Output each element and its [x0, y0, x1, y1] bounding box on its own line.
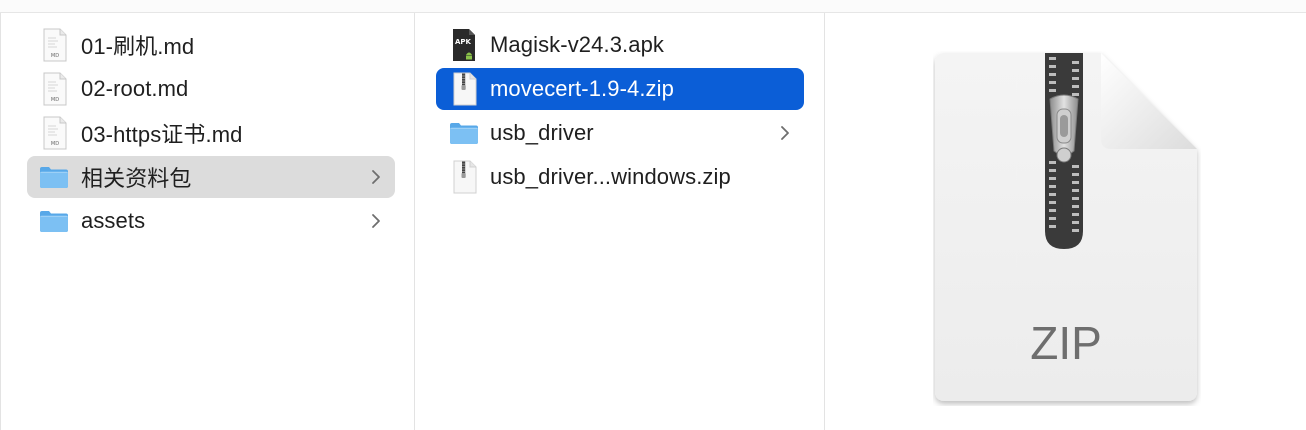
- svg-text:MD: MD: [51, 53, 59, 59]
- apk-badge: APK: [455, 38, 472, 46]
- chevron-right-icon: [372, 214, 380, 228]
- list-item-03-md[interactable]: MD 03-https证书.md: [29, 112, 395, 154]
- list-item-magisk-apk[interactable]: APK Magisk-v24.3.apk: [436, 24, 804, 66]
- zip-file-icon: [453, 160, 477, 194]
- list-item-label: usb_driver: [490, 120, 594, 145]
- list-item-label: 01-刷机.md: [81, 34, 195, 59]
- list-item-movecert-zip[interactable]: movecert-1.9-4.zip: [436, 68, 804, 110]
- list-item-label: Magisk-v24.3.apk: [490, 32, 665, 57]
- list-item-label: movecert-1.9-4.zip: [490, 76, 674, 101]
- list-item-label: 03-https证书.md: [81, 122, 243, 147]
- column-2: APK Magisk-v24.3.apk movecert-1.9-4.zip: [415, 13, 825, 430]
- list-item-usb-driver-windows-zip[interactable]: usb_driver...windows.zip: [436, 156, 804, 198]
- list-item-folder-resources[interactable]: 相关资料包: [27, 156, 395, 198]
- markdown-file-icon: MD: [43, 28, 67, 62]
- list-item-folder-assets[interactable]: assets: [29, 200, 395, 242]
- markdown-file-icon: MD: [43, 72, 67, 106]
- file-type-label: ZIP: [1030, 317, 1102, 369]
- toolbar-edge: [0, 0, 1306, 13]
- zip-file-icon: [453, 72, 477, 106]
- preview-pane: ZIP: [825, 13, 1306, 430]
- list-item-label: 相关资料包: [81, 166, 192, 191]
- chevron-right-icon: [781, 126, 789, 140]
- folder-icon: [40, 167, 68, 188]
- list-item-02-md[interactable]: MD 02-root.md: [29, 68, 395, 110]
- apk-file-icon: APK: [453, 29, 475, 61]
- folder-icon: [40, 211, 68, 232]
- svg-text:MD: MD: [51, 97, 59, 103]
- list-item-folder-usb-driver[interactable]: usb_driver: [436, 112, 804, 154]
- zip-archive-large-icon: ZIP: [935, 53, 1197, 401]
- column-1: MD 01-刷机.md MD 02-root.md MD 03-https证书.…: [0, 13, 415, 430]
- folder-icon: [450, 123, 478, 144]
- list-item-label: usb_driver...windows.zip: [490, 164, 731, 189]
- svg-text:MD: MD: [51, 141, 59, 147]
- list-item-label: 02-root.md: [81, 76, 189, 101]
- list-item-01-md[interactable]: MD 01-刷机.md: [29, 24, 395, 66]
- chevron-right-icon: [372, 170, 380, 184]
- markdown-file-icon: MD: [43, 116, 67, 150]
- list-item-label: assets: [81, 208, 146, 233]
